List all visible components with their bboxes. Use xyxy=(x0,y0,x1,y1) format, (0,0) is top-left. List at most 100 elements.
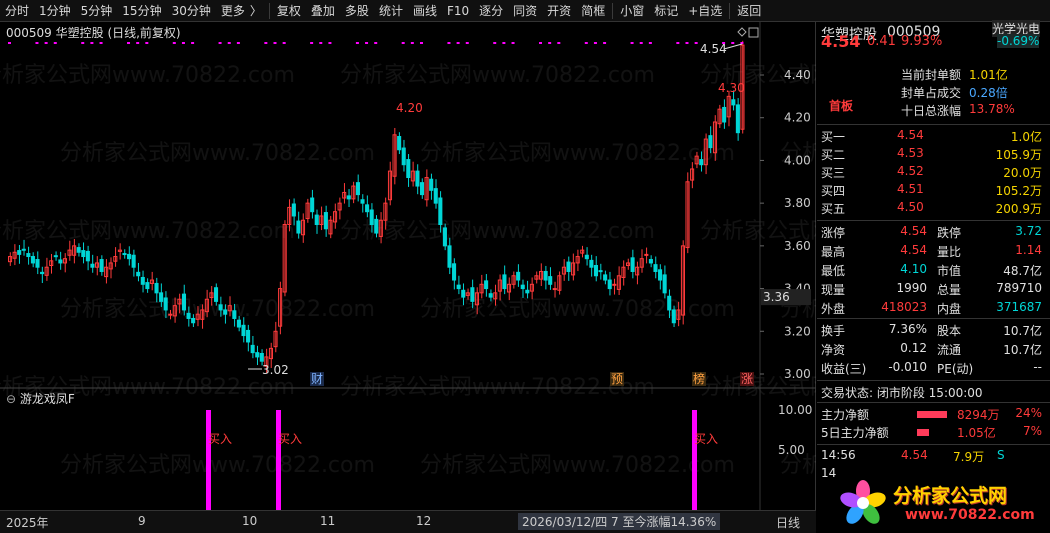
price-tick-label: 3.20 xyxy=(784,324,811,338)
top-signal-dot xyxy=(557,42,561,44)
toolbar-item-0[interactable]: 分时 xyxy=(0,0,34,22)
candle-body xyxy=(735,104,740,134)
stat2-value-b-0: 10.7亿 xyxy=(1003,324,1042,338)
bid-vol-4: 200.9万 xyxy=(995,202,1042,216)
ten-day-label: 十日总涨幅 xyxy=(901,104,962,118)
top-signal-dot xyxy=(639,42,643,44)
toolbar-item-11[interactable]: F10 xyxy=(442,0,474,22)
candle-body xyxy=(140,276,145,285)
stat2-label-a-1: 净资 xyxy=(821,343,846,357)
candle-body xyxy=(186,312,191,319)
candle-body xyxy=(607,279,612,290)
stat-value-a-3: 1990 xyxy=(896,281,927,295)
buy-signal-label: 买入 xyxy=(208,432,232,446)
toolbar-item-16[interactable]: 小窗 xyxy=(615,0,649,22)
kline-chart-area[interactable]: 分析家公式网www.70822.com 分析家公式网www.70822.com 分析… xyxy=(0,22,1050,510)
five-flow-label: 5日主力净额 xyxy=(821,426,889,440)
candle-body xyxy=(154,282,159,294)
toolbar-item-15[interactable]: 简框 xyxy=(576,0,610,22)
collapse-icon[interactable]: ⊖ xyxy=(6,392,16,406)
price-tick-label: 4.20 xyxy=(784,111,811,125)
stat-label-a-4: 外盘 xyxy=(821,302,846,316)
toolbar-item-8[interactable]: 多股 xyxy=(340,0,374,22)
bid-price-4: 4.50 xyxy=(897,200,924,214)
logo-cn: 分析家公式网 xyxy=(893,485,1008,507)
bid-price-1: 4.53 xyxy=(897,146,924,160)
stat-value-a-1: 4.54 xyxy=(900,243,927,257)
period-label[interactable]: 日线 xyxy=(776,514,800,531)
toolbar-item-3[interactable]: 15分钟 xyxy=(117,0,166,22)
toolbar-item-9[interactable]: 统计 xyxy=(374,0,408,22)
candle-body xyxy=(296,220,301,234)
five-flow-value: 1.05亿 xyxy=(957,426,996,440)
candle-body xyxy=(566,261,571,272)
stat-label-a-1: 最高 xyxy=(821,245,846,259)
stat-value-b-1: 1.14 xyxy=(1015,243,1042,257)
top-signal-dot xyxy=(81,42,85,44)
toolbar-item-19[interactable]: 返回 xyxy=(732,0,766,22)
candle-body xyxy=(429,178,434,191)
stat2-value-a-2: -0.010 xyxy=(888,360,927,374)
candle-body xyxy=(365,204,370,213)
toolbar-item-2[interactable]: 5分钟 xyxy=(76,0,118,22)
candle-body xyxy=(145,282,150,290)
top-signal-dot xyxy=(236,42,240,44)
toolbar-item-18[interactable]: +自选 xyxy=(683,0,727,22)
toolbar-item-14[interactable]: 开资 xyxy=(542,0,576,22)
toolbar-item-12[interactable]: 逐分 xyxy=(474,0,508,22)
year-label: 2025年 xyxy=(6,516,49,530)
candle-body xyxy=(598,270,603,273)
stat-value-a-2: 4.10 xyxy=(900,262,927,276)
last-label-454: 4.54 xyxy=(700,42,727,56)
month-label-11: 11 xyxy=(320,514,336,528)
top-signal-dot xyxy=(685,42,689,44)
candle-body xyxy=(516,271,521,281)
more-arrow-icon[interactable]: 〉 xyxy=(250,0,267,22)
toolbar-item-5[interactable]: 更多 xyxy=(216,0,250,22)
top-signal-dot xyxy=(676,42,680,44)
bid-price-2: 4.52 xyxy=(897,164,924,178)
candle-body xyxy=(374,218,379,234)
toolbar-item-1[interactable]: 1分钟 xyxy=(34,0,76,22)
top-signal-dot xyxy=(410,42,414,44)
buy-signal-label: 买入 xyxy=(278,432,302,446)
toolbar-item-7[interactable]: 叠加 xyxy=(306,0,340,22)
low-label-302: 3.02 xyxy=(262,363,289,377)
toolbar-item-17[interactable]: 标记 xyxy=(649,0,683,22)
candle-body xyxy=(355,182,360,196)
kline-chart[interactable]: 分析家公式网www.70822.com 分析家公式网www.70822.com 分析… xyxy=(0,22,1050,510)
top-signal-dot xyxy=(90,42,94,44)
toolbar-separator xyxy=(729,2,731,19)
top-signal-dot xyxy=(648,42,652,44)
toolbar-item-10[interactable]: 画线 xyxy=(408,0,442,22)
top-signal-dot xyxy=(401,42,405,44)
cursor-status: 2026/03/12/四 7 至今涨幅14.36% xyxy=(518,513,721,530)
top-signal-dot xyxy=(355,42,359,44)
candle-body xyxy=(17,250,22,255)
stat-value-b-2: 48.7亿 xyxy=(1003,264,1042,278)
candle-body xyxy=(346,195,351,200)
toolbar-item-13[interactable]: 同资 xyxy=(508,0,542,22)
candle-body xyxy=(671,309,676,324)
event-mark-3: 涨 xyxy=(741,371,753,386)
top-signal-dot xyxy=(145,42,149,44)
stat2-value-a-1: 0.12 xyxy=(900,341,927,355)
candle-body xyxy=(406,159,411,179)
toolbar-item-4[interactable]: 30分钟 xyxy=(167,0,216,22)
candle-body xyxy=(159,292,164,302)
top-signal-dot xyxy=(99,42,103,44)
top-signal-dot xyxy=(53,42,57,44)
indicator-name: 游龙戏凤F xyxy=(19,392,75,406)
stat2-label-a-0: 换手 xyxy=(821,324,846,338)
event-mark-1: 预 xyxy=(611,372,623,386)
candle-body xyxy=(722,106,727,123)
top-signal-dot xyxy=(282,42,286,44)
stat-label-b-3: 总量 xyxy=(937,283,962,297)
candle-body xyxy=(456,284,461,290)
top-signal-dot xyxy=(136,42,140,44)
candle-body xyxy=(21,248,26,251)
top-signal-dot xyxy=(447,42,451,44)
toolbar-item-6[interactable]: 复权 xyxy=(272,0,306,22)
buy-signal-label: 买入 xyxy=(694,432,718,446)
window-restore-icon xyxy=(748,27,759,38)
